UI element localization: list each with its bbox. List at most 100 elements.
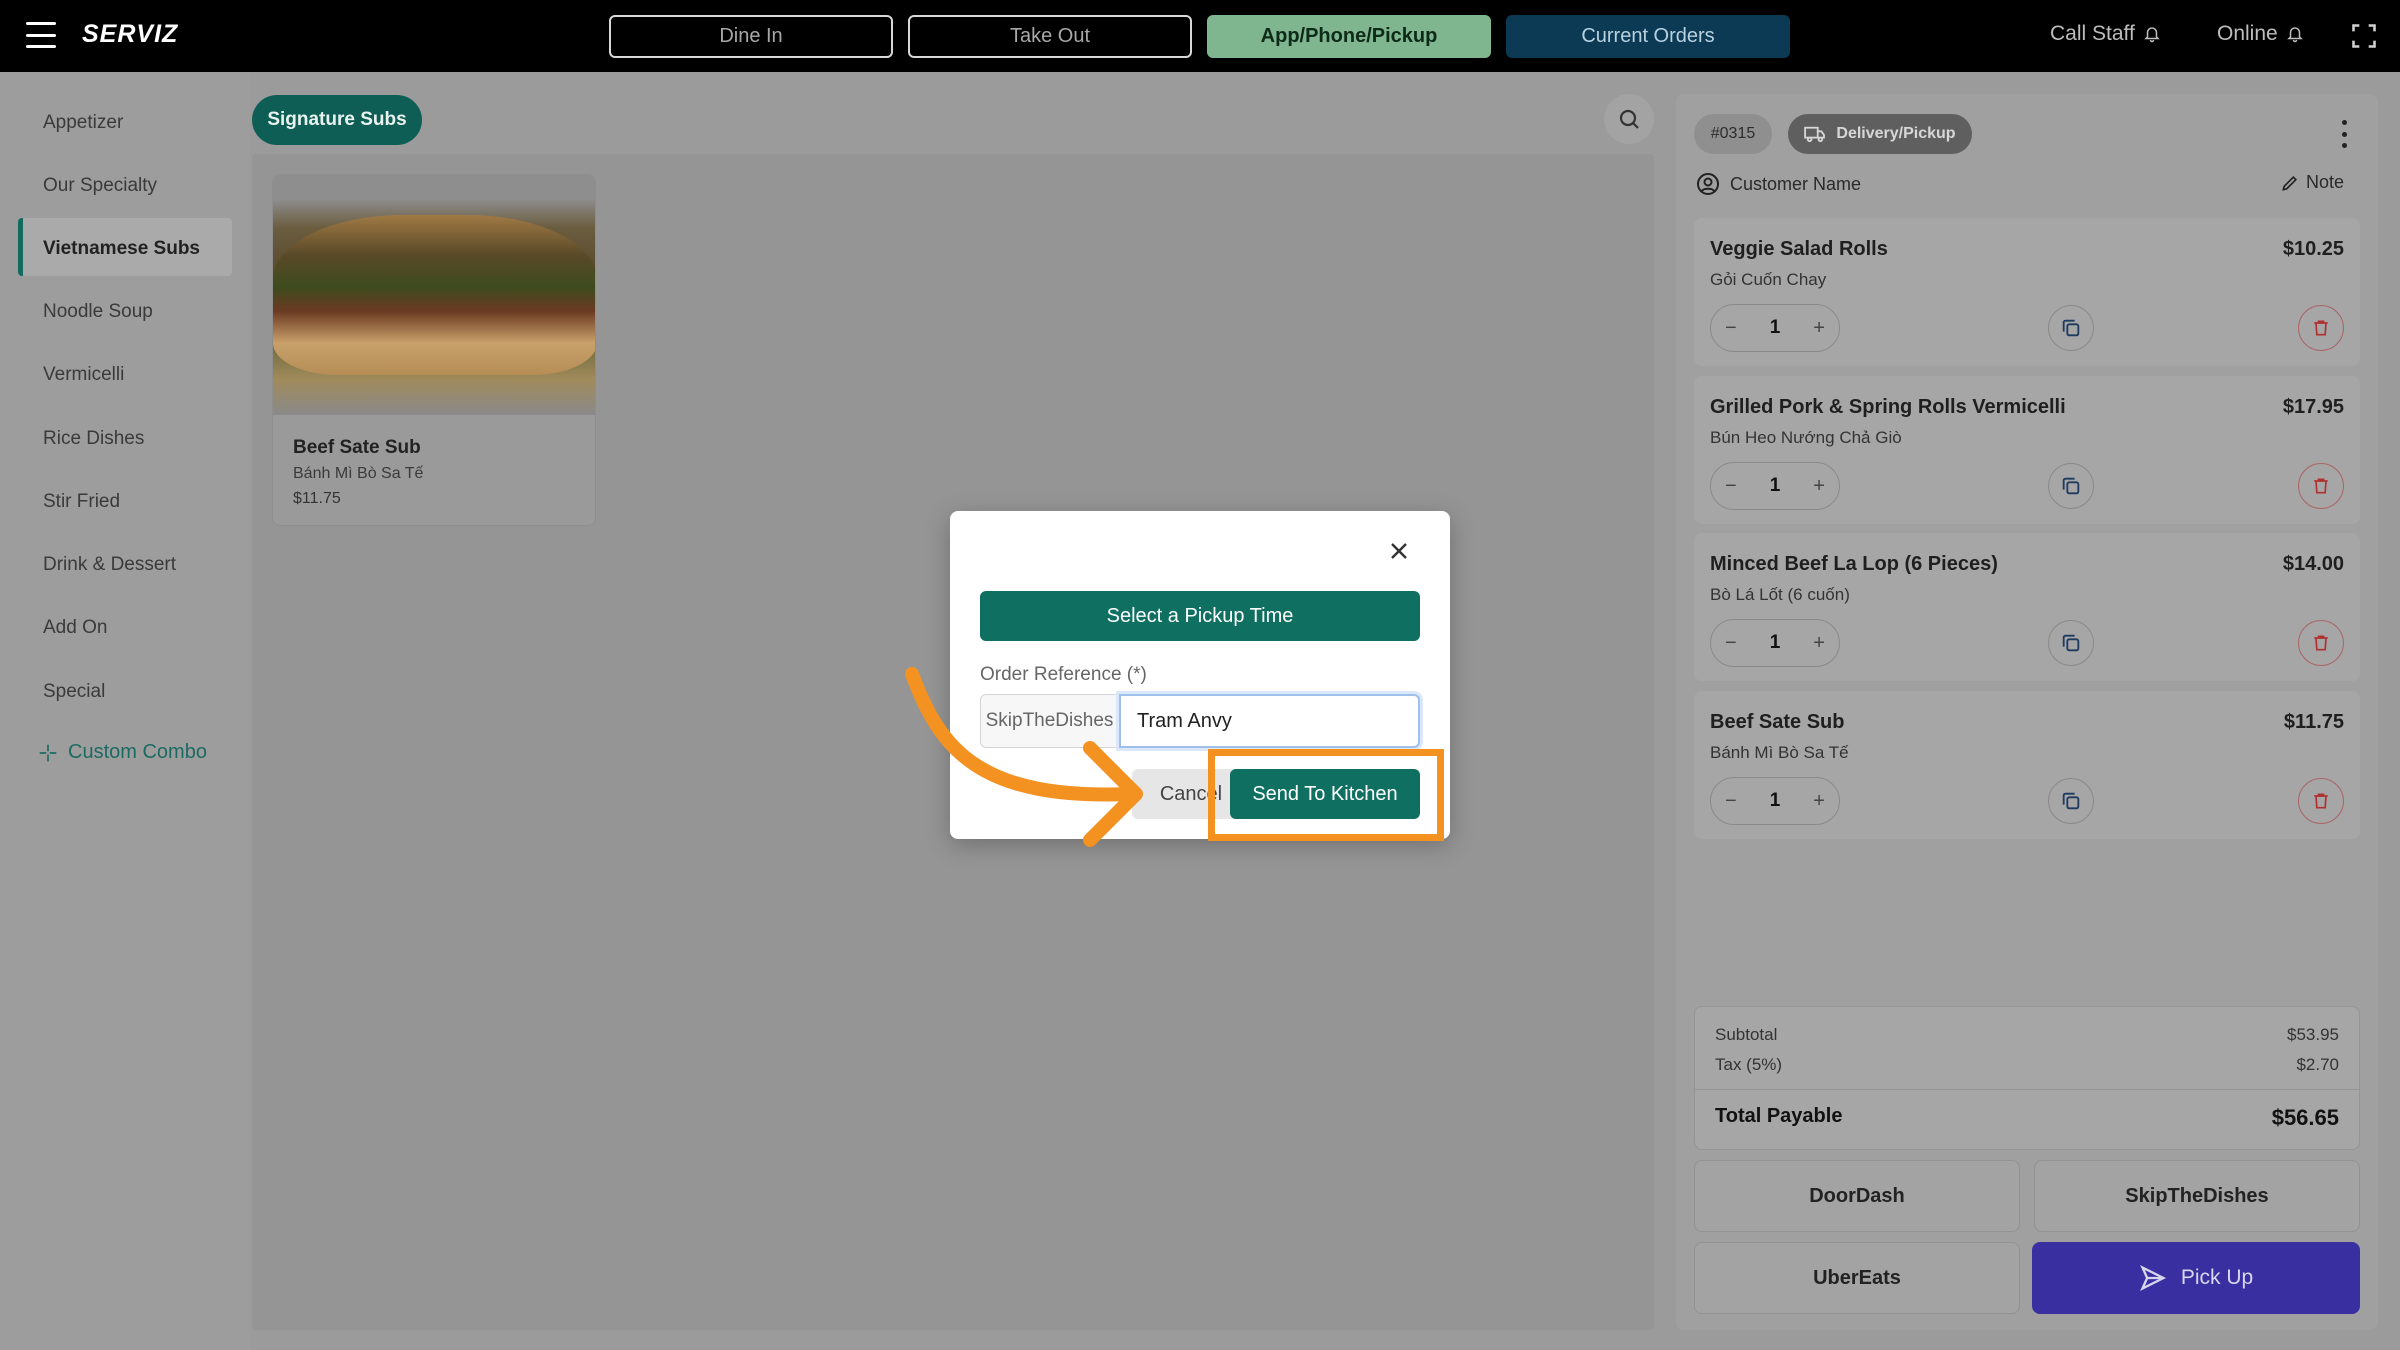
line-item-name: Grilled Pork & Spring Rolls Vermicelli (1710, 396, 2066, 418)
duplicate-button[interactable] (2048, 778, 2094, 824)
order-type-badge[interactable]: Delivery/Pickup (1788, 114, 1972, 154)
subcategory-signature-subs[interactable]: Signature Subs (252, 95, 422, 145)
brand-logo: SERVIZ (82, 20, 179, 48)
total-label: Total Payable (1715, 1105, 1843, 1127)
delete-button[interactable] (2298, 305, 2344, 351)
decrement-button[interactable]: − (1725, 632, 1737, 655)
top-bar: SERVIZ Dine In Take Out App/Phone/Pickup… (0, 0, 2400, 72)
sidebar-item-stir-fried[interactable]: Stir Fried (43, 491, 120, 513)
sidebar-item-vietnamese-subs[interactable]: Vietnamese Subs (43, 238, 200, 260)
line-item-price: $17.95 (2282, 396, 2344, 418)
delete-button[interactable] (2298, 620, 2344, 666)
bell-icon (2286, 27, 2303, 43)
increment-button[interactable]: + (1813, 790, 1825, 813)
category-sidebar: Appetizer Our Specialty Vietnamese Subs … (0, 72, 250, 1350)
order-line-item: Veggie Salad Rolls $10.25 Gỏi Cuốn Chay … (1694, 218, 2360, 366)
online-label: Online (2217, 22, 2278, 45)
call-staff-button[interactable]: Call Staff (2050, 22, 2161, 46)
truck-icon (1804, 126, 1826, 143)
increment-button[interactable]: + (1813, 475, 1825, 498)
doordash-button[interactable]: DoorDash (1694, 1160, 2020, 1232)
menu-icon[interactable] (26, 22, 56, 48)
delete-button[interactable] (2298, 778, 2344, 824)
quantity-stepper: − 1 + (1710, 462, 1840, 510)
note-button[interactable]: Note (2280, 172, 2344, 193)
copy-icon (2062, 792, 2080, 810)
order-reference-input[interactable] (1119, 694, 1420, 748)
order-totals: Subtotal $53.95 Tax (5%) $2.70 Total Payab… (1694, 1006, 2360, 1150)
tab-take-out[interactable]: Take Out (908, 15, 1192, 58)
duplicate-button[interactable] (2048, 305, 2094, 351)
menu-item-image (273, 175, 595, 415)
pencil-icon (2282, 175, 2298, 191)
online-status-button[interactable]: Online (2217, 22, 2304, 46)
sidebar-item-vermicelli[interactable]: Vermicelli (43, 364, 124, 386)
ubereats-button[interactable]: UberEats (1694, 1242, 2020, 1314)
custom-combo-label: Custom Combo (68, 741, 207, 763)
pick-up-label: Pick Up (2180, 1266, 2254, 1289)
line-item-subtitle: Gỏi Cuốn Chay (1710, 270, 1827, 289)
tax-label: Tax (5%) (1715, 1055, 1783, 1074)
increment-button[interactable]: + (1813, 632, 1825, 655)
trash-icon (2314, 635, 2328, 651)
quantity-value: 1 (1769, 790, 1781, 811)
tab-dine-in[interactable]: Dine In (609, 15, 893, 58)
custom-combo-button[interactable]: Custom Combo (38, 741, 207, 764)
totals-divider (1695, 1089, 2359, 1090)
call-staff-label: Call Staff (2050, 22, 2135, 45)
trash-icon (2314, 478, 2328, 494)
order-mode-tabs: Dine In Take Out App/Phone/Pickup Curren… (609, 15, 1790, 58)
delete-button[interactable] (2298, 463, 2344, 509)
order-line-item: Minced Beef La Lop (6 Pieces) $14.00 Bò … (1694, 533, 2360, 681)
sidebar-item-special[interactable]: Special (43, 681, 105, 703)
decrement-button[interactable]: − (1725, 475, 1737, 498)
duplicate-button[interactable] (2048, 620, 2094, 666)
order-line-item: Grilled Pork & Spring Rolls Vermicelli $… (1694, 376, 2360, 524)
decrement-button[interactable]: − (1725, 790, 1737, 813)
copy-icon (2062, 319, 2080, 337)
sidebar-item-noodle-soup[interactable]: Noodle Soup (43, 301, 153, 323)
tab-current-orders[interactable]: Current Orders (1506, 15, 1790, 58)
line-item-subtitle: Bánh Mì Bò Sa Tế (1710, 743, 1849, 762)
decrement-button[interactable]: − (1725, 317, 1737, 340)
sidebar-item-rice-dishes[interactable]: Rice Dishes (43, 428, 144, 450)
sparkle-icon (39, 744, 57, 761)
tab-app-phone-pickup[interactable]: App/Phone/Pickup (1207, 15, 1491, 58)
search-button[interactable] (1604, 94, 1654, 144)
close-icon[interactable] (1387, 539, 1411, 563)
pick-up-button[interactable]: Pick Up (2032, 1242, 2360, 1314)
menu-item-subtitle: Bánh Mì Bò Sa Tế (293, 465, 424, 482)
select-pickup-time-button[interactable]: Select a Pickup Time (980, 591, 1420, 641)
annotation-highlight-box (1208, 749, 1444, 841)
duplicate-button[interactable] (2048, 463, 2094, 509)
quantity-value: 1 (1769, 317, 1781, 338)
menu-item-card[interactable]: Beef Sate Sub Bánh Mì Bò Sa Tế $11.75 (272, 174, 596, 526)
quantity-stepper: − 1 + (1710, 304, 1840, 352)
sidebar-item-appetizer[interactable]: Appetizer (43, 112, 123, 134)
increment-button[interactable]: + (1813, 317, 1825, 340)
customer-name-button[interactable]: Customer Name (1696, 172, 1861, 196)
trash-icon (2314, 320, 2328, 336)
copy-icon (2062, 477, 2080, 495)
more-options-icon[interactable] (2340, 120, 2348, 148)
line-item-name: Minced Beef La Lop (6 Pieces) (1710, 553, 1998, 575)
customer-name-label: Customer Name (1730, 173, 1862, 194)
tax-value: $2.70 (2296, 1055, 2339, 1074)
order-type-label: Delivery/Pickup (1836, 125, 1956, 142)
menu-item-name: Beef Sate Sub (293, 437, 421, 458)
total-value: $56.65 (2271, 1105, 2339, 1130)
line-item-price: $11.75 (2283, 711, 2344, 733)
sidebar-item-our-specialty[interactable]: Our Specialty (43, 175, 157, 197)
quantity-stepper: − 1 + (1710, 777, 1840, 825)
line-item-subtitle: Bún Heo Nướng Chả Giò (1710, 428, 1902, 447)
bell-icon (2144, 27, 2160, 43)
subtotal-label: Subtotal (1715, 1025, 1778, 1044)
quantity-stepper: − 1 + (1710, 619, 1840, 667)
order-number-badge: #0315 (1694, 114, 1772, 154)
order-line-item: Beef Sate Sub $11.75 Bánh Mì Bò Sa Tế − 1… (1694, 691, 2360, 839)
quantity-value: 1 (1769, 632, 1781, 653)
sidebar-item-add-on[interactable]: Add On (43, 617, 107, 639)
fullscreen-icon[interactable] (2350, 22, 2378, 50)
skipthedishes-button[interactable]: SkipTheDishes (2034, 1160, 2360, 1232)
sidebar-item-drink-dessert[interactable]: Drink & Dessert (43, 554, 176, 576)
